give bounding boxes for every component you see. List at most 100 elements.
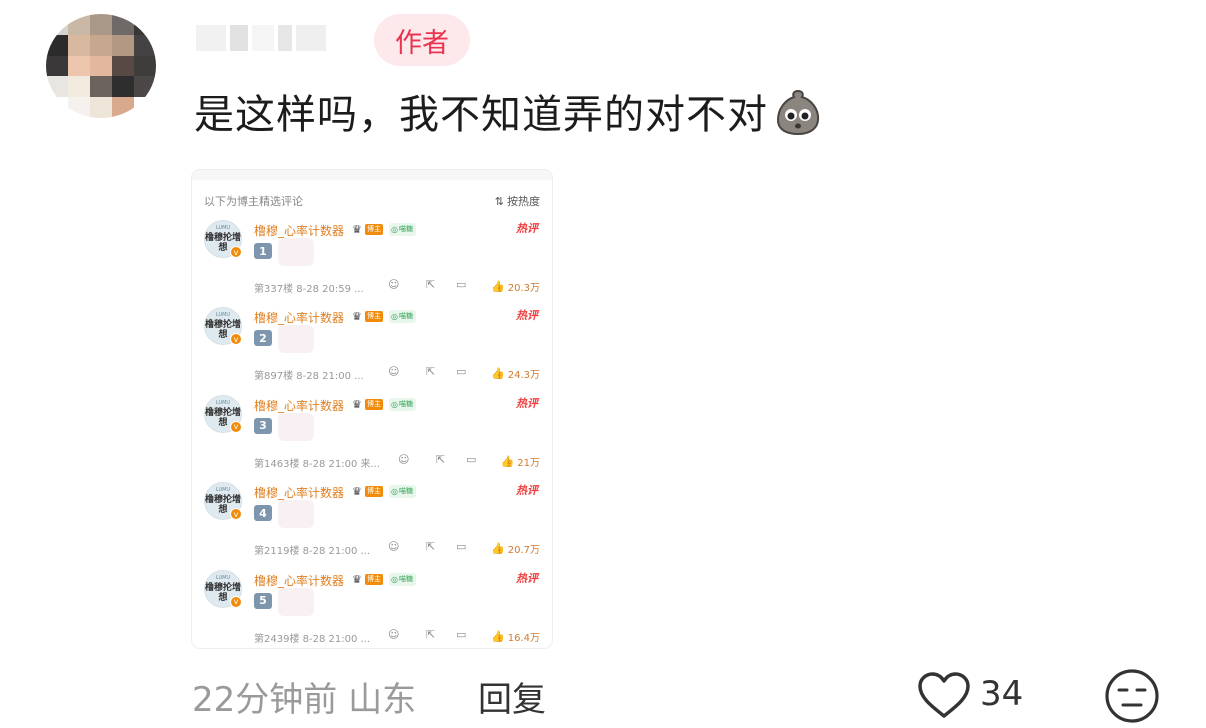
fan-tag-icon: ◎ bbox=[391, 487, 398, 497]
verified-badge-icon: v bbox=[230, 508, 242, 521]
commenter-name: 橹穆_心率计数器 bbox=[254, 398, 345, 413]
pleading-potato-emoji-icon bbox=[776, 89, 820, 136]
floor-time: 第1463楼 8-28 21:00 来... bbox=[254, 458, 381, 470]
thumbs-up-icon: 👍 bbox=[491, 367, 505, 381]
user-avatar[interactable] bbox=[46, 14, 156, 118]
share-icon: ⇱ bbox=[426, 365, 436, 379]
verified-badge-icon: v bbox=[230, 246, 242, 258]
commenter-name: 橹穆_心率计数器 bbox=[254, 573, 345, 588]
screenshot-comment-item: LUMU 橹穆抡增想 v 橹穆_心率计数器 ♛ 博主 ◎ 喵糖 热评 1 第337… bbox=[192, 214, 552, 301]
share-icon: ⇱ bbox=[426, 278, 436, 291]
like-count: 👍 24.3万 bbox=[491, 367, 540, 382]
like-count: 👍 21万 bbox=[500, 454, 540, 469]
blogger-tag: 博主 bbox=[365, 486, 383, 498]
comment-icon: ▭ bbox=[456, 627, 467, 641]
thumbs-up-icon: 👍 bbox=[491, 542, 505, 556]
attached-screenshot[interactable]: 以下为博主精选评论 ⇅ 按热度 LUMU 橹穆抡增想 v 橹穆_心率计数器 ♛ … bbox=[192, 170, 552, 648]
share-icon: ⇱ bbox=[436, 452, 446, 466]
blurred-sticker bbox=[278, 412, 314, 441]
number-emoji: 3 bbox=[254, 417, 272, 434]
crown-icon: ♛ bbox=[352, 223, 362, 236]
number-emoji: 2 bbox=[254, 330, 272, 347]
blurred-sticker bbox=[278, 500, 314, 529]
verified-badge-icon: v bbox=[230, 420, 242, 433]
fan-tag-icon: ◎ bbox=[391, 225, 398, 234]
blogger-tag: 博主 bbox=[365, 398, 383, 410]
comment-meta: 22分钟前 山东 bbox=[192, 672, 416, 721]
screenshot-topbar bbox=[192, 170, 552, 180]
crown-icon: ♛ bbox=[352, 397, 362, 411]
number-emoji: 5 bbox=[254, 592, 272, 609]
comment-icon: ▭ bbox=[456, 540, 467, 554]
fan-tag-icon: ◎ bbox=[391, 312, 398, 322]
heart-icon[interactable] bbox=[916, 670, 972, 720]
crown-icon: ♛ bbox=[352, 485, 362, 499]
thumbs-up-icon: 👍 bbox=[500, 454, 515, 468]
emoji-reaction-icon: ☺ bbox=[388, 540, 400, 554]
commenter-name: 橹穆_心率计数器 bbox=[254, 224, 345, 238]
share-icon: ⇱ bbox=[426, 627, 436, 641]
hot-comment-label: 热评 bbox=[516, 571, 538, 585]
floor-time: 第2439楼 8-28 21:00 ... bbox=[254, 633, 371, 645]
emoji-reaction-icon: ☺ bbox=[388, 278, 400, 291]
fan-tag: ◎ 喵糖 bbox=[389, 485, 416, 499]
fan-tag: ◎ 喵糖 bbox=[389, 223, 416, 236]
screenshot-comment-item: LUMU 橹穆抡增想 v 橹穆_心率计数器 ♛ 博主 ◎ 喵糖 热评 5 第243… bbox=[192, 564, 552, 648]
username-redacted[interactable] bbox=[196, 18, 356, 58]
emoji-face-icon[interactable] bbox=[1104, 668, 1160, 724]
fan-tag-icon: ◎ bbox=[391, 574, 398, 584]
like-count: 👍 20.3万 bbox=[491, 280, 540, 294]
emoji-reaction-icon: ☺ bbox=[398, 452, 410, 466]
screenshot-comment-item: LUMU 橹穆抡增想 v 橹穆_心率计数器 ♛ 博主 ◎ 喵糖 热评 4 第211… bbox=[192, 476, 552, 563]
comment-icon: ▭ bbox=[456, 278, 467, 291]
like-count: 👍 20.7万 bbox=[491, 542, 540, 557]
crown-icon: ♛ bbox=[352, 310, 362, 324]
blurred-sticker bbox=[278, 325, 314, 354]
thumbs-up-icon: 👍 bbox=[491, 629, 505, 643]
commenter-name: 橹穆_心率计数器 bbox=[254, 311, 345, 326]
screenshot-comment-item: LUMU 橹穆抡增想 v 橹穆_心率计数器 ♛ 博主 ◎ 喵糖 热评 2 第897… bbox=[192, 301, 552, 388]
commenter-name: 橹穆_心率计数器 bbox=[254, 486, 345, 501]
hot-comment-label: 热评 bbox=[516, 309, 538, 323]
verified-badge-icon: v bbox=[230, 595, 242, 608]
sort-icon: ⇅ bbox=[494, 194, 504, 208]
number-emoji: 4 bbox=[254, 505, 272, 522]
reply-button[interactable]: 回复 bbox=[478, 672, 546, 721]
floor-time: 第337楼 8-28 20:59 ... bbox=[254, 284, 364, 295]
fan-tag: ◎ 喵糖 bbox=[389, 310, 416, 324]
comment-location: 山东 bbox=[348, 680, 417, 720]
floor-time: 第2119楼 8-28 21:00 ... bbox=[254, 546, 371, 558]
number-emoji: 1 bbox=[254, 243, 272, 259]
screenshot-comment-item: LUMU 橹穆抡增想 v 橹穆_心率计数器 ♛ 博主 ◎ 喵糖 热评 3 第146… bbox=[192, 389, 552, 476]
verified-badge-icon: v bbox=[230, 333, 242, 346]
hot-comment-label: 热评 bbox=[516, 222, 538, 235]
emoji-reaction-icon: ☺ bbox=[388, 627, 400, 641]
hot-comment-label: 热评 bbox=[516, 484, 538, 498]
comment-time: 22分钟前 bbox=[192, 680, 338, 720]
emoji-reaction-icon: ☺ bbox=[388, 365, 400, 379]
fan-tag-icon: ◎ bbox=[391, 399, 398, 409]
blogger-tag: 博主 bbox=[365, 224, 383, 235]
screenshot-header-title: 以下为博主精选评论 bbox=[204, 195, 303, 208]
floor-time: 第897楼 8-28 21:00 ... bbox=[254, 371, 364, 383]
comment-body: 是这样吗，我不知道弄的对不对 bbox=[194, 82, 824, 140]
fan-tag: ◎ 喵糖 bbox=[389, 572, 416, 586]
blurred-sticker bbox=[278, 238, 314, 266]
share-icon: ⇱ bbox=[426, 540, 436, 554]
blurred-sticker bbox=[278, 587, 314, 616]
author-badge: 作者 bbox=[374, 14, 470, 66]
sort-label: 按热度 bbox=[507, 195, 540, 208]
fan-tag: ◎ 喵糖 bbox=[389, 397, 416, 411]
like-count: 👍 16.4万 bbox=[491, 629, 540, 644]
thumbs-up-icon: 👍 bbox=[491, 280, 505, 293]
hot-comment-label: 热评 bbox=[516, 396, 538, 410]
blogger-tag: 博主 bbox=[365, 311, 383, 323]
screenshot-header: 以下为博主精选评论 ⇅ 按热度 bbox=[192, 180, 552, 214]
comment-icon: ▭ bbox=[466, 452, 477, 466]
crown-icon: ♛ bbox=[352, 572, 362, 586]
comment-icon: ▭ bbox=[456, 365, 467, 379]
blogger-tag: 博主 bbox=[365, 573, 383, 585]
comment-text: 是这样吗，我不知道弄的对不对 bbox=[194, 92, 768, 138]
sort-control: ⇅ 按热度 bbox=[495, 193, 540, 209]
like-count-main: 34 bbox=[980, 674, 1024, 714]
